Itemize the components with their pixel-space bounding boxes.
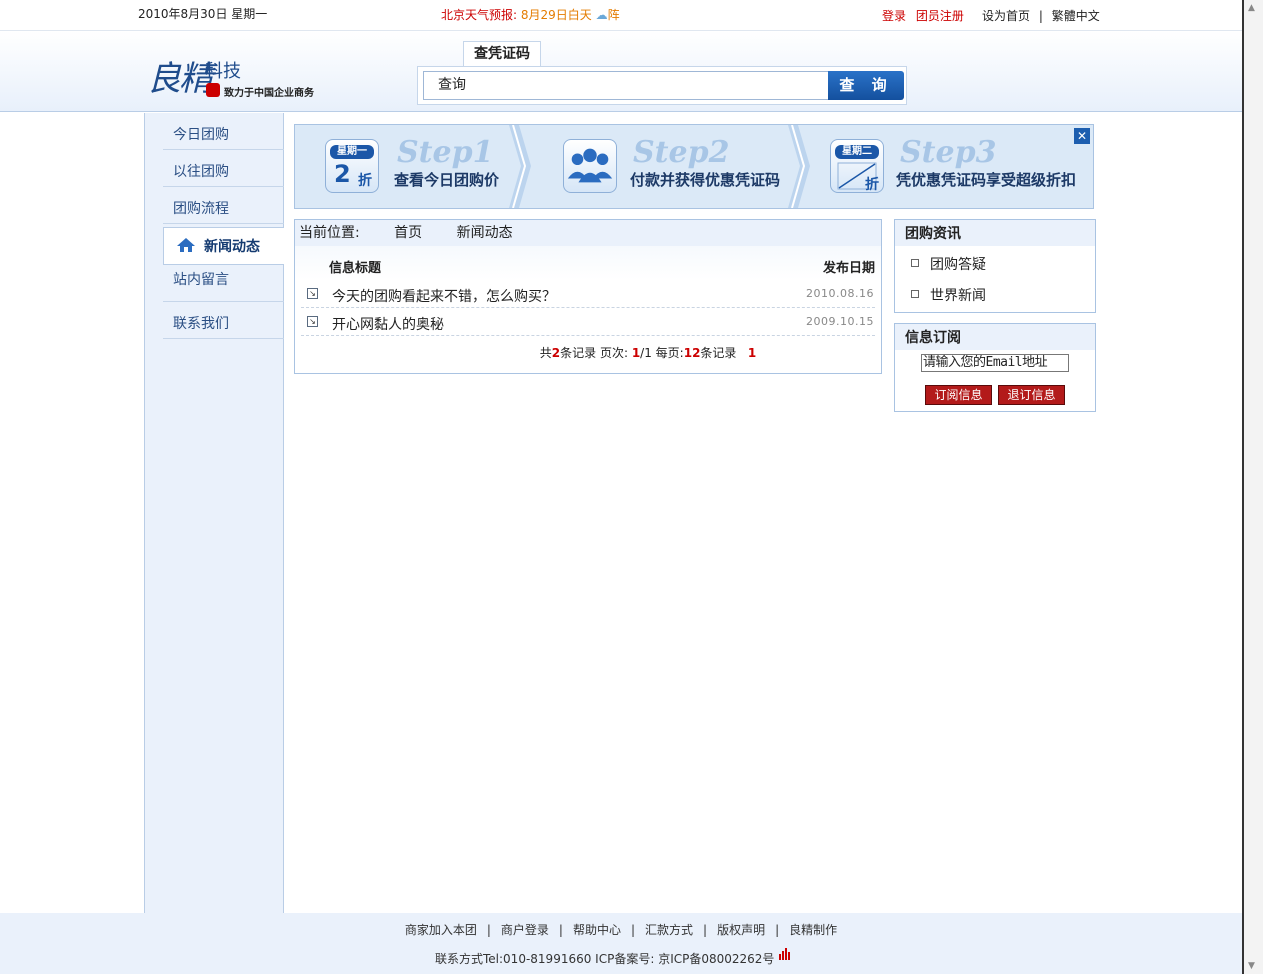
arrow-icon: ↘ (307, 288, 318, 299)
search-input[interactable]: 查询 (423, 71, 829, 100)
step-title: Step2 (633, 135, 730, 170)
subscribe-box: 信息订阅 请输入您的Email地址 订阅信息 退订信息 (894, 323, 1096, 412)
breadcrumb: 当前位置: 首页 新闻动态 (295, 220, 881, 246)
news-title[interactable]: 开心网黏人的奥秘 (332, 314, 444, 334)
step-title: Step1 (397, 135, 494, 170)
header: 良精 科技 致力于中国企业商务 查凭证码 查询 查 询 (0, 30, 1242, 112)
sidebar-item-process[interactable]: 团购流程 (163, 187, 284, 224)
news-list: 当前位置: 首页 新闻动态 信息标题 发布日期 ↘ 今天的团购看起来不错，怎么购… (294, 219, 882, 374)
footer-link-copyright[interactable]: 版权声明 (717, 923, 765, 937)
column-title: 信息标题 (329, 261, 382, 276)
sidebar-item-past-deals[interactable]: 以往团购 (163, 150, 284, 187)
column-date: 发布日期 (822, 261, 875, 276)
breadcrumb-current[interactable]: 新闻动态 (457, 225, 543, 241)
footer-link-made-by[interactable]: 良精制作 (789, 923, 837, 937)
page-link[interactable]: 1 (748, 346, 756, 360)
info-box-title: 团购资讯 (895, 220, 1095, 246)
contact-info: 联系方式Tel:010-81991660 ICP备案号: 京ICP备080022… (435, 952, 775, 966)
step-desc: 凭优惠凭证码享受超级折扣 (896, 171, 1077, 189)
site-links: 设为首页 | 繁體中文 (982, 9, 1100, 23)
chevron-right-icon (509, 125, 531, 208)
register-link[interactable]: 团员注册 (916, 9, 964, 23)
news-title[interactable]: 今天的团购看起来不错，怎么购买？ (332, 286, 556, 306)
vertical-scrollbar[interactable]: ▲ ▼ (1242, 0, 1263, 974)
home-icon (177, 238, 195, 252)
steps-banner: 星期一 2 折 Step1 查看今日团购价 Step2 付款并获得优惠凭证码 星… (294, 124, 1094, 209)
step-3: 星期二 折 Step3 凭优惠凭证码享受超级折扣 (800, 125, 1095, 208)
breadcrumb-home[interactable]: 首页 (394, 225, 452, 241)
search-button[interactable]: 查 询 (828, 71, 904, 100)
table-header: 信息标题 发布日期 (295, 246, 881, 280)
weather-forecast[interactable]: 北京天气预报: 8月29日白天 ☁阵 (441, 6, 620, 23)
traditional-chinese-link[interactable]: 繁體中文 (1052, 9, 1100, 23)
square-bullet-icon (911, 290, 919, 298)
square-bullet-icon (911, 259, 919, 267)
sidebar-item-contact[interactable]: 联系我们 (163, 302, 284, 339)
breadcrumb-label: 当前位置: (299, 225, 360, 241)
statistics-icon[interactable] (778, 948, 792, 960)
subscribe-box-title: 信息订阅 (895, 324, 1095, 350)
weather-text: 阵 (607, 8, 620, 22)
set-homepage-link[interactable]: 设为首页 (982, 9, 1030, 23)
logo-main: 良精 (147, 59, 213, 99)
news-date: 2009.10.15 (806, 315, 874, 328)
footer-link-join[interactable]: 商家加入本团 (405, 923, 477, 937)
sidebar-item-news[interactable]: 新闻动态 (163, 227, 284, 265)
weather-value: 8月29日白天 (520, 8, 592, 22)
pagination: 共2条记录 页次: 1/1 每页:12条记录 1 (539, 346, 757, 360)
step-desc: 付款并获得优惠凭证码 (630, 171, 781, 189)
group-people-icon (563, 139, 617, 193)
scroll-down-icon[interactable]: ▼ (1248, 961, 1255, 971)
login-link[interactable]: 登录 (882, 9, 906, 23)
footer: 商家加入本团 | 商户登录 | 帮助中心 | 汇款方式 | 版权声明 | 良精制作 联系方式Tel:… (0, 913, 1242, 974)
site-logo[interactable]: 良精 科技 致力于中国企业商务 (147, 49, 332, 104)
logo-mark-icon (206, 83, 220, 97)
footer-links: 商家加入本团 | 商户登录 | 帮助中心 | 汇款方式 | 版权声明 | 良精制作 (404, 923, 838, 937)
logo-sub: 科技 (205, 61, 241, 82)
weather-label: 北京天气预报: (441, 8, 518, 22)
table-row[interactable]: ↘ 今天的团购看起来不错，怎么购买？ 2010.08.16 (301, 280, 875, 308)
email-field[interactable]: 请输入您的Email地址 (921, 354, 1069, 372)
step-title: Step3 (900, 135, 997, 170)
subscribe-button[interactable]: 订阅信息 (925, 385, 992, 405)
scroll-up-icon[interactable]: ▲ (1248, 3, 1255, 13)
arrow-icon: ↘ (307, 316, 318, 327)
close-icon[interactable]: ✕ (1074, 128, 1090, 144)
discount-day-icon: 星期二 折 (830, 139, 884, 193)
step-1: 星期一 2 折 Step1 查看今日团购价 (295, 125, 525, 208)
page: 2010年8月30日 星期一 北京天气预报: 8月29日白天 ☁阵 登录 团员注… (0, 0, 1242, 974)
footer-link-payment[interactable]: 汇款方式 (645, 923, 693, 937)
rain-cloud-icon: ☁ (595, 8, 608, 22)
unsubscribe-button[interactable]: 退订信息 (998, 385, 1065, 405)
search-box: 查询 查 询 (417, 66, 907, 105)
sidebar: 今日团购 以往团购 团购流程 新闻动态 站内留言 联系我们 (144, 113, 284, 913)
sidebar-item-today-deals[interactable]: 今日团购 (163, 113, 284, 150)
top-bar: 2010年8月30日 星期一 北京天气预报: 8月29日白天 ☁阵 登录 团员注… (0, 0, 1242, 30)
news-date: 2010.08.16 (806, 287, 874, 300)
list-item[interactable]: 团购答疑 (911, 250, 1095, 281)
info-box: 团购资讯 团购答疑 世界新闻 (894, 219, 1096, 313)
table-row[interactable]: ↘ 开心网黏人的奥秘 2009.10.15 (301, 308, 875, 336)
list-item[interactable]: 世界新闻 (911, 281, 1095, 312)
discount-day-icon: 星期一 2 折 (325, 139, 379, 193)
user-links: 登录 团员注册 (882, 7, 964, 24)
footer-link-help[interactable]: 帮助中心 (573, 923, 621, 937)
footer-link-merchant-login[interactable]: 商户登录 (501, 923, 549, 937)
step-2: Step2 付款并获得优惠凭证码 (531, 125, 801, 208)
logo-slogan: 致力于中国企业商务 (224, 88, 314, 99)
search-tab[interactable]: 查凭证码 (463, 41, 541, 67)
sidebar-item-label: 新闻动态 (204, 239, 260, 255)
sidebar-item-messages[interactable]: 站内留言 (163, 265, 284, 302)
current-date: 2010年8月30日 星期一 (138, 7, 268, 21)
step-desc: 查看今日团购价 (394, 171, 500, 189)
